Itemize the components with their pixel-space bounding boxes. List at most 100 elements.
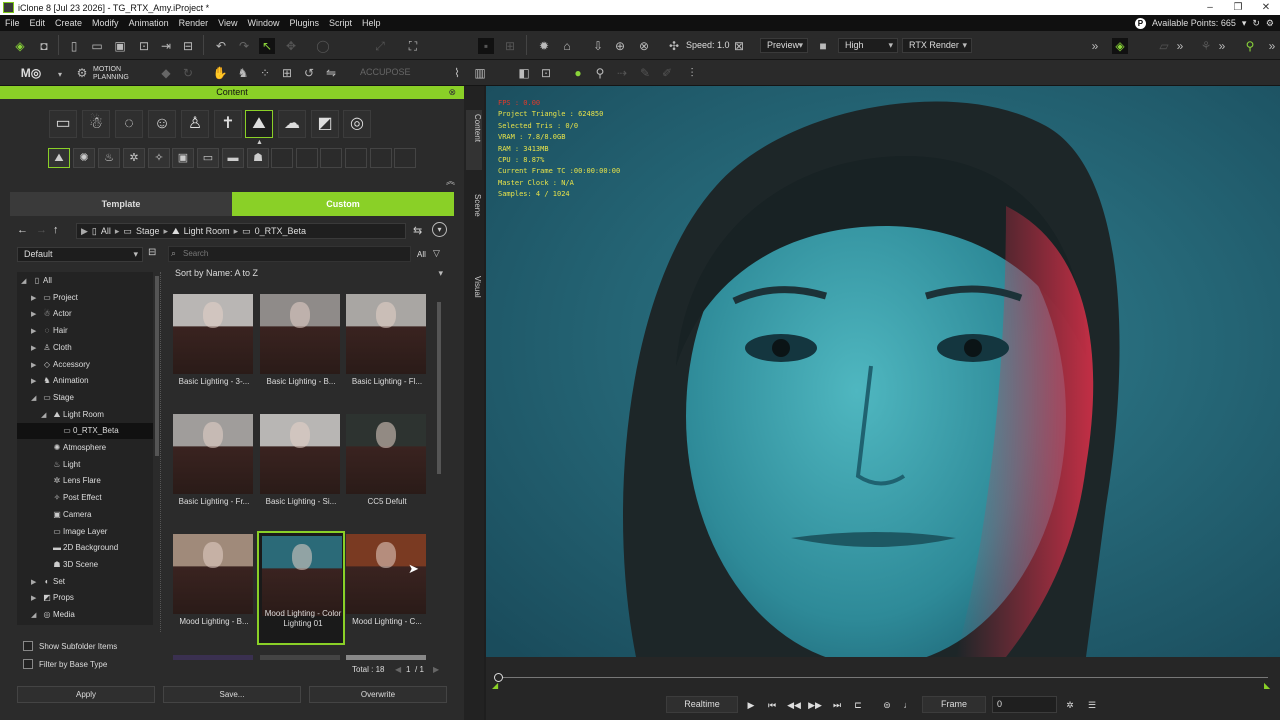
- menu-create[interactable]: Create: [50, 18, 87, 28]
- image-layer-subcat-icon[interactable]: ▭: [197, 148, 219, 168]
- tree-item-stage[interactable]: ◢ ▭ Stage: [17, 390, 153, 406]
- tree-item-atmosphere[interactable]: ✺ Atmosphere: [17, 440, 153, 456]
- menu-render[interactable]: Render: [174, 18, 214, 28]
- apply-button[interactable]: Apply: [17, 686, 155, 703]
- drop-to-floor-icon[interactable]: ⇩: [590, 38, 606, 54]
- bones-icon[interactable]: ⁘: [257, 65, 273, 81]
- tree-item-lens-flare[interactable]: ✲ Lens Flare: [17, 473, 153, 489]
- tree-item-light-room[interactable]: ◢ ⛰ Light Room: [17, 407, 153, 423]
- accupose-label[interactable]: ACCUPOSE: [360, 67, 411, 77]
- tree-expand-icon[interactable]: ◢: [31, 608, 41, 624]
- redo-icon[interactable]: ↷: [236, 38, 252, 54]
- expand-toolbar-icon-2[interactable]: »: [1172, 38, 1188, 54]
- light-room-subcat-icon[interactable]: ⛰: [48, 148, 70, 168]
- panel-close-icon[interactable]: ⊗: [448, 86, 456, 99]
- pick-icon[interactable]: ⊞: [502, 38, 518, 54]
- speed-label[interactable]: Speed: 1.0: [686, 40, 730, 50]
- play-icon[interactable]: ▶: [744, 698, 758, 712]
- tree-item-animation[interactable]: ▶ ♞ Animation: [17, 373, 153, 389]
- forward-arrow-icon[interactable]: →: [36, 224, 47, 236]
- tab-custom[interactable]: Custom: [232, 192, 454, 216]
- actor-category-icon[interactable]: ☃: [82, 110, 110, 138]
- menu-script[interactable]: Script: [324, 18, 357, 28]
- content-item[interactable]: Basic Lighting - Fl...: [343, 291, 431, 405]
- sort-dropdown[interactable]: Sort by Name: A to Z: [168, 266, 448, 281]
- breadcrumb-light-room[interactable]: Light Room: [184, 226, 230, 236]
- cloth-category-icon[interactable]: ♙: [181, 110, 209, 138]
- motion-planning-label[interactable]: MOTION PLANNING: [93, 66, 129, 82]
- go-end-icon[interactable]: ⏭: [830, 698, 844, 712]
- content-item[interactable]: Mood Lighting - Color Lighting 01: [257, 531, 345, 645]
- content-item[interactable]: Basic Lighting - Si...: [257, 411, 345, 525]
- render-file-icon[interactable]: ⊟: [180, 38, 196, 54]
- light-icon[interactable]: ✹: [536, 38, 552, 54]
- scale-icon[interactable]: ⤢: [372, 38, 388, 54]
- expand-toolbar-icon-4[interactable]: »: [1264, 38, 1280, 54]
- menu-view[interactable]: View: [213, 18, 242, 28]
- camera-mode-icon[interactable]: ◘: [36, 38, 52, 54]
- tree-expand-icon[interactable]: ▶: [31, 341, 41, 357]
- side-tab-scene[interactable]: Scene: [466, 194, 482, 217]
- post-effect-subcat-icon[interactable]: ✧: [148, 148, 170, 168]
- menu-modify[interactable]: Modify: [87, 18, 124, 28]
- lens-flare-subcat-icon[interactable]: ✲: [123, 148, 145, 168]
- close-icon[interactable]: ✕: [1252, 0, 1280, 15]
- filter-base-row[interactable]: Filter by Base Type: [23, 659, 107, 669]
- grid-icon[interactable]: ⊞: [279, 65, 295, 81]
- go-start-icon[interactable]: ⏮: [765, 698, 779, 712]
- tree-item-set[interactable]: ▶ ◐ Set: [17, 574, 153, 590]
- content-item[interactable]: Mood Lighting - B...: [170, 531, 258, 645]
- content-item[interactable]: Basic Lighting - B...: [257, 291, 345, 405]
- tree-expand-icon[interactable]: ◢: [31, 391, 41, 407]
- motion-category-icon[interactable]: ◌: [115, 110, 143, 138]
- show-subfolder-row[interactable]: Show Subfolder Items: [23, 641, 117, 651]
- collapse-up-icon[interactable]: ︽: [446, 174, 455, 187]
- atmosphere-subcat-icon[interactable]: ✺: [73, 148, 95, 168]
- loop-icon[interactable]: ↺: [301, 65, 317, 81]
- tree-item-media[interactable]: ◢ ◎ Media: [17, 607, 153, 623]
- stage-category-icon[interactable]: ⛰: [245, 110, 273, 138]
- tree-expand-icon[interactable]: ▶: [31, 324, 41, 340]
- green-mode-icon[interactable]: ◈: [12, 38, 28, 54]
- new-file-icon[interactable]: ▯: [66, 38, 82, 54]
- menu-window[interactable]: Window: [242, 18, 284, 28]
- move-icon[interactable]: ✥: [283, 38, 299, 54]
- set-category-icon[interactable]: ☁: [278, 110, 306, 138]
- keyframe-icon[interactable]: ◆: [158, 65, 174, 81]
- show-subfolder-checkbox[interactable]: [23, 641, 33, 651]
- view-options-icon[interactable]: ▾: [432, 222, 447, 237]
- curve-editor-icon[interactable]: ⌇: [449, 65, 465, 81]
- preset-dropdown[interactable]: Default: [17, 247, 143, 262]
- content-item[interactable]: Mood Lighting - C...: [343, 531, 431, 645]
- menu-animation[interactable]: Animation: [124, 18, 174, 28]
- tree-expand-icon[interactable]: ▶: [31, 374, 41, 390]
- tree-expand-icon[interactable]: ▶: [31, 291, 41, 307]
- select-arrow-icon[interactable]: ↖: [259, 38, 275, 54]
- tree-item-all[interactable]: ◢ ▯ All: [17, 273, 153, 289]
- lock-icon[interactable]: ⊡: [538, 65, 554, 81]
- tree-item-hair[interactable]: ▶ ◌ Hair: [17, 323, 153, 339]
- puppet-icon[interactable]: ✋: [212, 65, 228, 81]
- tree-item-2d-background[interactable]: ▬ 2D Background: [17, 540, 153, 556]
- folder-manage-icon[interactable]: ⊟: [148, 247, 156, 258]
- start-marker-icon[interactable]: ◢: [492, 681, 498, 690]
- plugin-icon-2[interactable]: ⚘: [1198, 38, 1214, 54]
- 3d-scene-subcat-icon[interactable]: ☗: [247, 148, 269, 168]
- points-dropdown-icon[interactable]: ▾: [1242, 18, 1247, 29]
- expand-toolbar-icon-3[interactable]: »: [1214, 38, 1230, 54]
- search-input[interactable]: Search: [168, 246, 411, 262]
- tree-item-actor[interactable]: ▶ ☃ Actor: [17, 306, 153, 322]
- minimize-icon[interactable]: –: [1196, 0, 1224, 15]
- next-frame-icon[interactable]: ▶▶: [808, 698, 822, 712]
- content-item[interactable]: CC5 Defult: [343, 411, 431, 525]
- clip-icon[interactable]: ◧: [516, 65, 532, 81]
- tree-expand-icon[interactable]: ▶: [31, 575, 41, 591]
- tree-item-camera[interactable]: ▣ Camera: [17, 507, 153, 523]
- content-item[interactable]: Basic Lighting - 3-...: [170, 291, 258, 405]
- mocap-dropdown-icon[interactable]: ▾: [52, 67, 68, 83]
- maximize-icon[interactable]: ❐: [1224, 0, 1252, 15]
- filter-all-label[interactable]: All: [417, 250, 426, 259]
- menu-plugins[interactable]: Plugins: [285, 18, 325, 28]
- refresh-icon[interactable]: ↻: [1252, 18, 1260, 29]
- plugin-icon[interactable]: ▱: [1156, 38, 1172, 54]
